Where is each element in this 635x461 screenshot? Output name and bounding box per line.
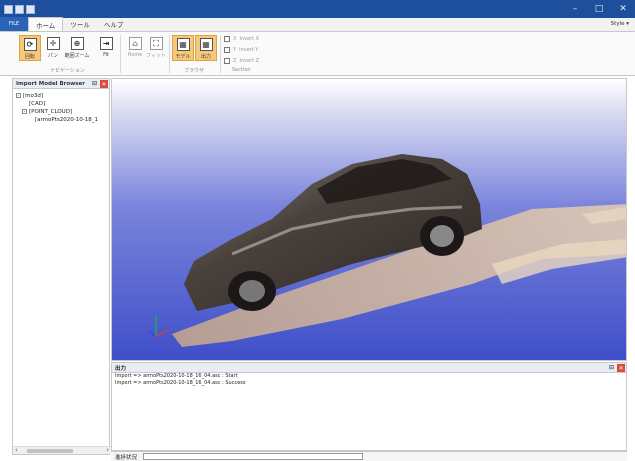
output-icon: ▦ [199, 38, 213, 51]
output-log-line: Import => armoPts2020-10-18_16_04.asc : … [115, 373, 238, 379]
output-panel-header: 出力 ⊟ ✕ [112, 363, 626, 373]
rotate-button[interactable]: ⟳ 回転 [19, 35, 41, 61]
fit-view-label: フィット [146, 53, 166, 59]
style-dropdown[interactable]: Style ▾ [611, 21, 629, 27]
invert-y-option[interactable]: Y invert Y [224, 47, 258, 53]
output-panel: 出力 ⊟ ✕ Import => armoPts2020-10-18_16_04… [111, 362, 627, 451]
fit-view-button[interactable]: ⛶ フィット [145, 35, 167, 61]
quick-access-toolbar [4, 4, 35, 14]
invert-y-checkbox[interactable] [224, 47, 230, 53]
tab-help[interactable]: ヘルプ [97, 17, 131, 31]
model-browser-button[interactable]: ▦ モデル [172, 35, 194, 61]
3d-viewport[interactable] [111, 78, 627, 361]
output-panel-title: 出力 [115, 365, 127, 372]
status-bar: 進捗状況 [111, 451, 627, 461]
tab-home[interactable]: ホーム [28, 17, 64, 31]
open-icon[interactable] [26, 4, 35, 14]
viewport-canvas [112, 79, 626, 360]
zoom-area-label: 範囲ズーム [64, 53, 90, 59]
horizontal-scrollbar[interactable]: ‹ › [13, 446, 111, 454]
fit-button[interactable]: ⇥ Fit [95, 35, 117, 61]
scroll-left-icon[interactable]: ‹ [15, 446, 18, 454]
fit-label: Fit [103, 52, 109, 58]
section-group-label: Section [232, 67, 251, 73]
zoom-area-icon: ⊕ [70, 37, 84, 50]
tree-item-mo3d[interactable]: - [mo3d] [13, 92, 109, 100]
pan-label: パン [47, 53, 59, 59]
browser-group-label: ブラウザ [184, 68, 205, 74]
scroll-thumb[interactable] [27, 449, 73, 453]
tree-item-point-cloud[interactable]: - [POINT_CLOUD] [13, 108, 109, 116]
collapse-icon[interactable]: - [16, 93, 21, 98]
collapse-icon[interactable]: - [22, 109, 27, 114]
model-tree: - [mo3d] [CAD] - [POINT_CLOUD] [armoPts202… [13, 89, 109, 124]
browser-panel-header: Import Model Browser ⊟ ✕ [13, 79, 109, 89]
pin-icon[interactable]: ⊟ [609, 364, 614, 371]
axis-x-label: X [233, 36, 237, 42]
close-icon[interactable]: ✕ [617, 364, 625, 372]
invert-z-option[interactable]: Z invert Z [224, 58, 259, 64]
import-model-browser: Import Model Browser ⊟ ✕ - [mo3d] [CAD] -… [12, 78, 111, 455]
home-icon: ⌂ [128, 37, 142, 50]
scroll-right-icon[interactable]: › [106, 446, 109, 454]
axis-z-label: Z [233, 58, 237, 64]
model-icon: ▦ [176, 38, 190, 51]
maximize-button[interactable]: □ [587, 0, 611, 18]
home-view-label: Home [127, 52, 143, 58]
front-wheel-rim [239, 280, 265, 302]
browser-panel-title: Import Model Browser [16, 80, 85, 87]
close-button[interactable]: ✕ [611, 0, 635, 18]
pan-button[interactable]: ✛ パン [42, 35, 64, 61]
home-view-button[interactable]: ⌂ Home [124, 35, 146, 61]
rear-wheel-rim [430, 225, 454, 247]
output-browser-button[interactable]: ▦ 出力 [195, 35, 217, 61]
fit-icon: ⇥ [99, 37, 113, 50]
tree-item-cad[interactable]: [CAD] [13, 100, 109, 108]
tree-item-label: [CAD] [29, 101, 46, 107]
close-icon[interactable]: ✕ [100, 80, 108, 88]
invert-x-checkbox[interactable] [224, 36, 230, 42]
ribbon-tabs: FILE ホーム ツール ヘルプ Style ▾ [0, 17, 635, 32]
tree-item-label: [mo3d] [23, 93, 44, 99]
rotate-icon: ⟳ [23, 38, 37, 51]
ribbon-separator [220, 35, 221, 73]
invert-z-checkbox[interactable] [224, 58, 230, 64]
save-icon[interactable] [15, 4, 24, 14]
tab-tools[interactable]: ツール [63, 17, 97, 31]
pan-icon: ✛ [46, 37, 60, 50]
minimize-button[interactable]: – [563, 0, 587, 18]
output-label: 出力 [200, 54, 211, 60]
tab-file[interactable]: FILE [0, 17, 28, 31]
progress-bar [143, 453, 364, 460]
title-bar: – □ ✕ [0, 0, 635, 18]
fit-view-icon: ⛶ [149, 37, 163, 50]
app-icon[interactable] [4, 4, 13, 14]
rotate-label: 回転 [24, 54, 35, 60]
tree-item-label: [POINT_CLOUD] [29, 109, 73, 115]
invert-x-label: invert X [239, 36, 260, 42]
ribbon-separator [169, 35, 170, 73]
ribbon-separator [120, 35, 121, 73]
window-controls: – □ ✕ [563, 0, 635, 18]
invert-x-option[interactable]: X invert X [224, 36, 259, 42]
zoom-area-button[interactable]: ⊕ 範囲ズーム [64, 35, 90, 61]
progress-label: 進捗状況 [115, 454, 138, 461]
output-log-line: Import => armoPts2020-10-18_16_04.asc : … [115, 380, 246, 386]
ribbon-panel: ⟳ 回転 ✛ パン ⊕ 範囲ズーム ⇥ Fit ナビゲーション ⌂ Home ⛶… [0, 32, 635, 76]
axis-y-label: Y [233, 47, 237, 53]
tree-item-pointcloud-file[interactable]: [armoPts2020-10-18_1 [13, 116, 109, 124]
navigation-group-label: ナビゲーション [50, 68, 85, 74]
invert-z-label: invert Z [239, 58, 260, 64]
invert-y-label: invert Y [239, 47, 259, 53]
model-label: モデル [175, 54, 191, 60]
pin-icon[interactable]: ⊟ [92, 80, 97, 87]
tree-item-label: [armoPts2020-10-18_1 [35, 117, 98, 123]
